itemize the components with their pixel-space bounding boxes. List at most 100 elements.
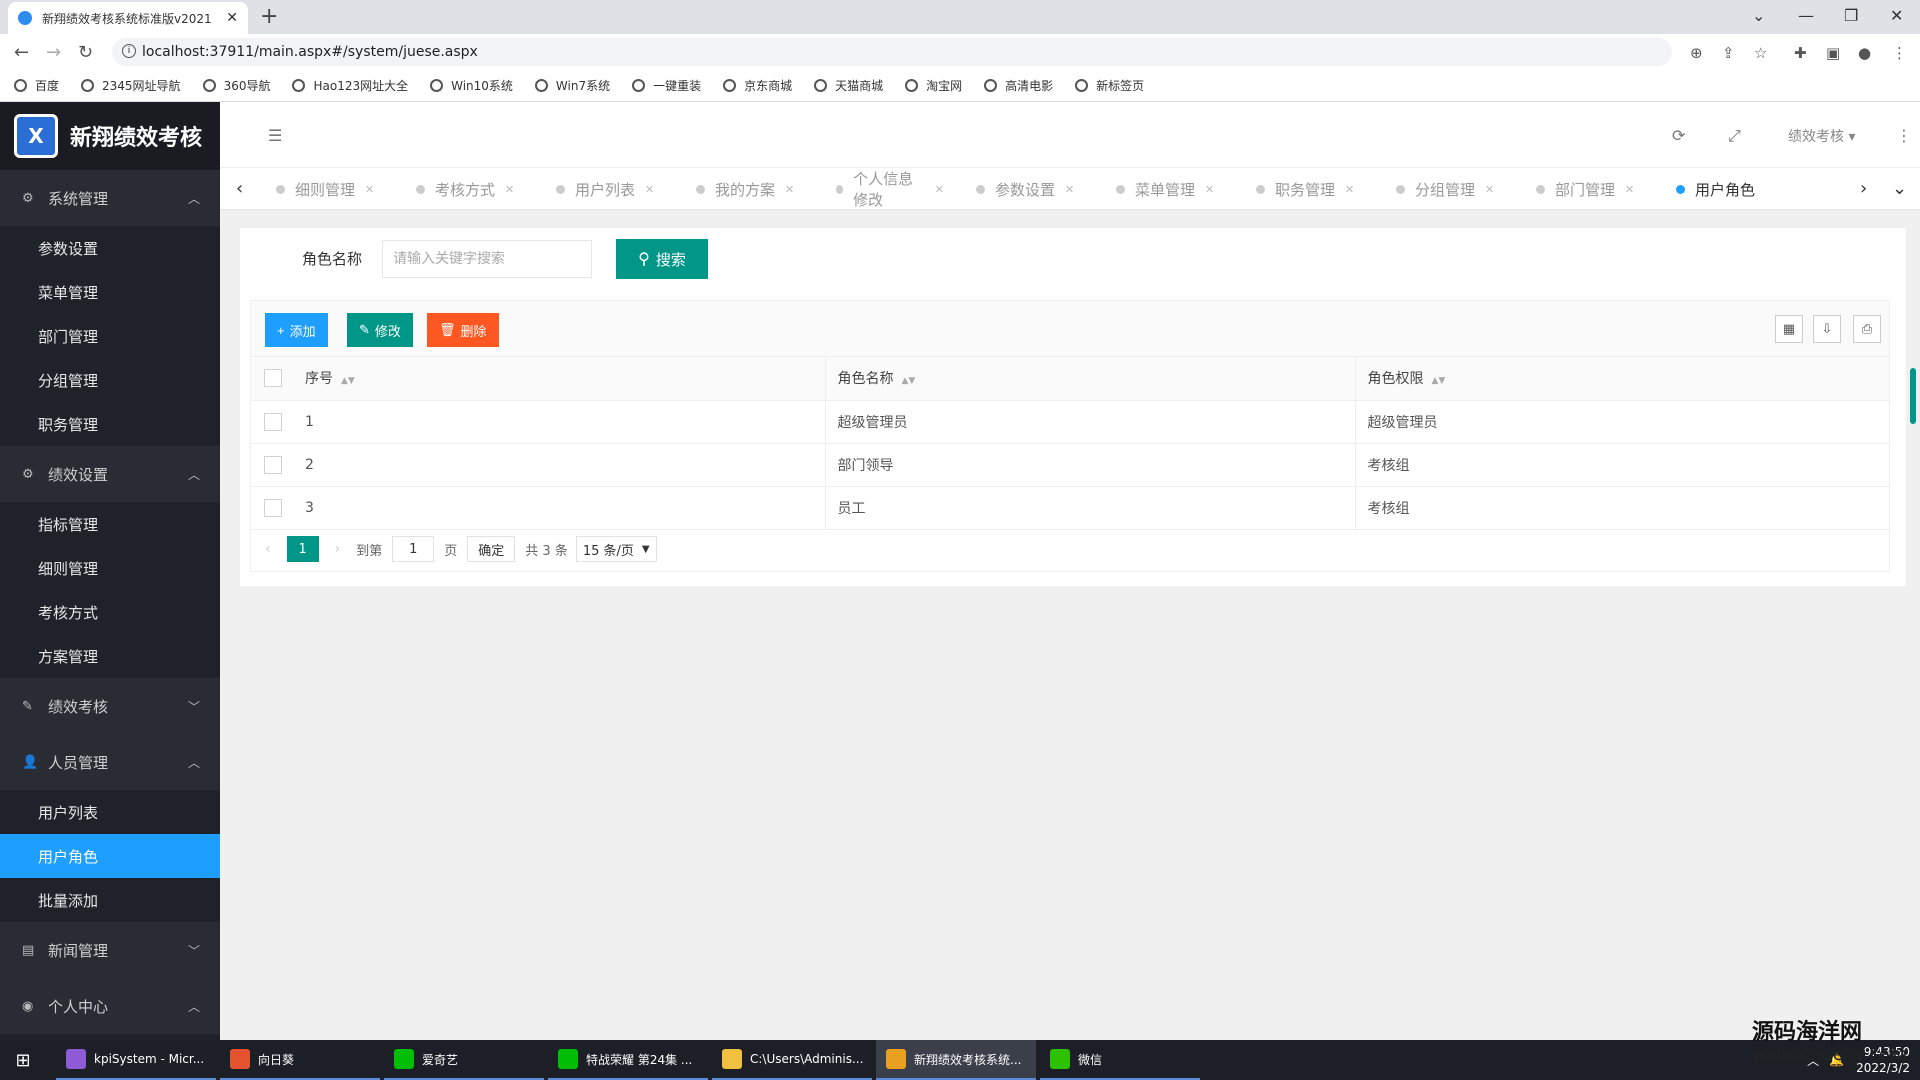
sidepanel-icon[interactable]: ▣ — [1826, 44, 1840, 62]
bookmark-item[interactable]: Win10系统 — [430, 77, 513, 94]
current-page[interactable]: 1 — [286, 536, 319, 562]
close-icon[interactable]: ✕ — [1205, 183, 1214, 196]
taskbar-item[interactable]: kpiSystem - Micr... — [56, 1040, 216, 1080]
add-button[interactable]: + 添加 — [265, 313, 328, 347]
bookmark-item[interactable]: Hao123网址大全 — [292, 77, 408, 94]
page-tab[interactable]: 参数设置 ✕ — [960, 168, 1094, 210]
fullscreen-icon[interactable]: ⤢ — [1728, 126, 1741, 146]
bookmark-item[interactable]: 一键重装 — [632, 77, 701, 94]
taskbar-item[interactable]: 新翔绩效考核系统... — [876, 1040, 1036, 1080]
row-checkbox[interactable] — [264, 412, 282, 431]
sort-icon[interactable]: ▲▼ — [341, 376, 355, 386]
page-tab[interactable]: 分组管理 ✕ — [1380, 168, 1514, 210]
bookmark-item[interactable]: 百度 — [14, 77, 59, 94]
close-icon[interactable]: ✕ — [935, 183, 944, 196]
scrollbar[interactable] — [1910, 368, 1916, 424]
column-header-role-permission[interactable]: 角色权限 ▲▼ — [1354, 357, 1889, 401]
columns-filter-icon[interactable]: ▦ — [1775, 315, 1803, 343]
taskbar-item[interactable]: 微信 — [1040, 1040, 1200, 1080]
bookmark-item[interactable]: Win7系统 — [534, 77, 610, 94]
sidebar-item[interactable]: 部门管理 — [0, 314, 220, 358]
page-tab[interactable]: 考核方式 ✕ — [400, 168, 534, 210]
browser-menu-icon[interactable]: ⋮ — [1892, 44, 1907, 62]
page-tab[interactable]: 职务管理 ✕ — [1240, 168, 1374, 210]
sidebar-group[interactable]: ▤ 新闻管理 ﹀ — [0, 922, 220, 978]
user-menu[interactable]: 绩效考核 ▾ — [1788, 126, 1855, 146]
taskbar-item[interactable]: C:\Users\Adminis... — [712, 1040, 872, 1080]
search-input[interactable] — [382, 240, 592, 278]
info-icon[interactable]: i — [122, 44, 136, 58]
sidebar-group[interactable]: ⚙ 系统管理 ︿ — [0, 170, 220, 226]
sidebar-group[interactable]: ✎ 绩效考核 ﹀ — [0, 678, 220, 734]
prev-page-icon[interactable]: ‹ — [265, 541, 271, 557]
edit-button[interactable]: ✎ 修改 — [347, 313, 413, 347]
sidebar-item[interactable]: 职务管理 — [0, 402, 220, 446]
page-tab[interactable]: 部门管理 ✕ — [1520, 168, 1654, 210]
new-tab-icon[interactable]: + — [260, 4, 278, 29]
select-all-checkbox[interactable] — [264, 369, 282, 388]
sidebar-item[interactable]: 细则管理 — [0, 546, 220, 590]
close-icon[interactable]: ✕ — [1485, 183, 1494, 196]
sort-icon[interactable]: ▲▼ — [1432, 376, 1446, 386]
more-icon[interactable]: ⋮ — [1896, 126, 1912, 145]
page-tab[interactable]: 用户列表 ✕ — [540, 168, 674, 210]
close-icon[interactable]: ✕ — [1345, 183, 1354, 196]
page-tab[interactable]: 用户角色 — [1660, 168, 1794, 210]
close-icon[interactable]: ✕ — [645, 183, 654, 196]
table-row[interactable]: 1 超级管理员 超级管理员 — [251, 400, 1889, 444]
column-header-role-name[interactable]: 角色名称 ▲▼ — [824, 357, 1355, 401]
back-icon[interactable]: ← — [14, 42, 29, 63]
page-tab[interactable]: 菜单管理 ✕ — [1100, 168, 1234, 210]
logo[interactable]: X 新翔绩效考核 — [0, 102, 220, 170]
minimize-icon[interactable]: — — [1798, 6, 1814, 25]
sidebar-group[interactable]: ⚙ 绩效设置 ︿ — [0, 446, 220, 502]
bookmark-item[interactable]: 2345网址导航 — [81, 77, 181, 94]
windows-start-icon[interactable]: ⊞ — [0, 1040, 46, 1080]
sidebar-group[interactable]: ◉ 个人中心 ︿ — [0, 978, 220, 1034]
sidebar-item[interactable]: 批量添加 — [0, 878, 220, 922]
bookmark-item[interactable]: 360导航 — [202, 77, 270, 94]
row-checkbox[interactable] — [264, 498, 282, 517]
bookmark-item[interactable]: 高清电影 — [984, 77, 1053, 94]
restore-icon[interactable]: ❐ — [1844, 6, 1858, 25]
extensions-icon[interactable]: ✚ — [1794, 44, 1807, 62]
close-icon[interactable]: ✕ — [1065, 183, 1074, 196]
refresh-icon[interactable]: ⟳ — [1672, 126, 1685, 145]
bookmark-item[interactable]: 京东商城 — [723, 77, 792, 94]
sidebar-item[interactable]: 菜单管理 — [0, 270, 220, 314]
close-tab-icon[interactable]: ✕ — [226, 10, 238, 26]
close-icon[interactable]: ✕ — [1625, 183, 1634, 196]
profile-icon[interactable]: ● — [1858, 44, 1871, 62]
close-icon[interactable]: ✕ — [505, 183, 514, 196]
close-icon[interactable]: ✕ — [365, 183, 374, 196]
goto-confirm-button[interactable]: 确定 — [467, 536, 516, 562]
sort-icon[interactable]: ▲▼ — [902, 376, 916, 386]
taskbar-item[interactable]: 特战荣耀 第24集 ... — [548, 1040, 708, 1080]
tabs-prev-icon[interactable]: ‹ — [236, 178, 243, 199]
search-button[interactable]: ⚲ 搜索 — [616, 239, 708, 279]
sidebar-item[interactable]: 考核方式 — [0, 590, 220, 634]
goto-page-input[interactable] — [392, 536, 435, 562]
row-checkbox[interactable] — [264, 455, 282, 474]
sidebar-group[interactable]: 👤 人员管理 ︿ — [0, 734, 220, 790]
column-header-index[interactable]: 序号 ▲▼ — [295, 357, 825, 401]
bookmark-item[interactable]: 天猫商城 — [814, 77, 883, 94]
export-icon[interactable]: ⇩ — [1813, 315, 1841, 343]
page-tab[interactable]: 细则管理 ✕ — [260, 168, 394, 210]
page-tab[interactable]: 个人信息修改 ✕ — [820, 168, 954, 210]
taskbar-item[interactable]: 向日葵 — [220, 1040, 380, 1080]
page-tab[interactable]: 我的方案 ✕ — [680, 168, 814, 210]
bookmark-item[interactable]: 淘宝网 — [905, 77, 962, 94]
table-row[interactable]: 2 部门领导 考核组 — [251, 443, 1889, 487]
tabs-dropdown-icon[interactable]: ⌄ — [1892, 178, 1907, 199]
reload-icon[interactable]: ↻ — [78, 42, 93, 63]
menu-toggle-icon[interactable]: ☰ — [268, 126, 282, 145]
next-page-icon[interactable]: › — [335, 541, 341, 557]
sidebar-item[interactable]: 指标管理 — [0, 502, 220, 546]
taskbar-item[interactable]: 爱奇艺 — [384, 1040, 544, 1080]
delete-button[interactable]: 🗑 删除 — [427, 313, 499, 347]
print-icon[interactable]: ⎙ — [1853, 315, 1881, 343]
forward-icon[interactable]: → — [46, 42, 61, 63]
share-icon[interactable]: ⇪ — [1722, 44, 1735, 62]
sidebar-item[interactable]: 用户列表 — [0, 790, 220, 834]
